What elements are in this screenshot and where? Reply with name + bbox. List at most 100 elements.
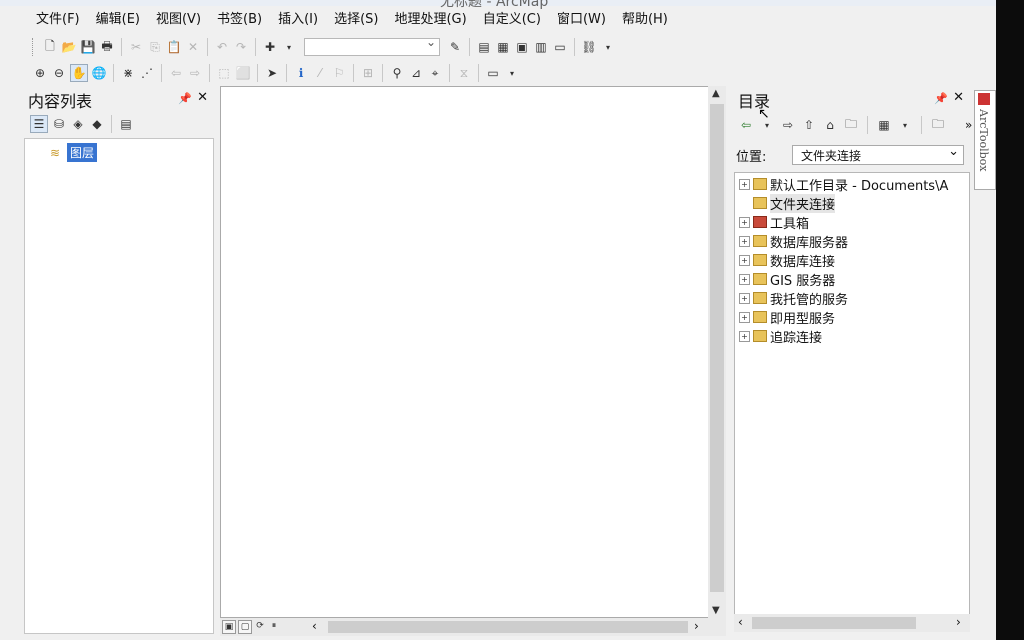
save-icon[interactable]: 💾 (80, 39, 96, 55)
paste-icon[interactable]: 📋 (166, 39, 182, 55)
fixed-zoom-in-icon[interactable]: ⋇ (120, 65, 136, 81)
identify-icon[interactable]: ℹ (293, 65, 309, 81)
expand-icon[interactable]: + (739, 216, 750, 228)
expand-icon[interactable]: + (739, 311, 750, 323)
find-route-icon[interactable]: ⊿ (408, 65, 424, 81)
tree-node-label[interactable]: 追踪连接 (770, 327, 822, 346)
tree-node-toolboxes[interactable]: + 工具箱 (739, 213, 809, 232)
location-dropdown[interactable]: 文件夹连接 (792, 144, 964, 165)
open-folder-icon[interactable]: 📂 (61, 39, 77, 55)
add-data-icon[interactable]: ✚ (262, 39, 278, 55)
layout-view-icon[interactable]: ▢ (238, 620, 252, 634)
clear-selection-icon[interactable]: ⬜ (235, 65, 251, 81)
python-window-icon[interactable]: ▭ (552, 39, 568, 55)
menu-geoprocessing[interactable]: 地理处理(G) (386, 8, 474, 32)
tree-node-label[interactable]: 我托管的服务 (770, 289, 848, 308)
tree-node-label[interactable]: 文件夹连接 (770, 193, 836, 213)
map-horizontal-scrollbar[interactable]: ▣ ▢ ⟳ ⏸ ‹ › (220, 618, 726, 636)
toolbar-grip[interactable] (32, 38, 36, 56)
scroll-right-icon[interactable]: › (694, 619, 699, 633)
refresh-icon[interactable]: ⟳ (254, 620, 266, 632)
menu-help[interactable]: 帮助(H) (614, 8, 676, 32)
editor-toolbar-icon[interactable]: ✎ (447, 39, 463, 55)
arctoolbox-side-tab[interactable]: ArcToolbox (974, 90, 996, 190)
pin-icon[interactable]: 📌 (178, 92, 192, 105)
menu-selection[interactable]: 选择(S) (326, 8, 386, 32)
tree-node-label[interactable]: 数据库服务器 (770, 232, 848, 251)
tree-node-label[interactable]: 即用型服务 (770, 308, 835, 327)
expand-icon[interactable]: + (739, 235, 750, 247)
back-arrow-icon[interactable]: ⇦ (738, 117, 754, 133)
pause-drawing-icon[interactable]: ⏸ (268, 620, 280, 632)
scroll-thumb[interactable] (752, 617, 916, 629)
previous-extent-icon[interactable]: ⇦ (168, 65, 184, 81)
tree-node-database-servers[interactable]: + 数据库服务器 (739, 232, 848, 251)
tree-node-tracking-connections[interactable]: + 追踪连接 (739, 327, 822, 346)
model-builder-icon[interactable]: ⛓ (581, 39, 597, 55)
more-tools-icon[interactable]: » (965, 118, 972, 132)
full-extent-globe-icon[interactable]: 🌐 (91, 65, 107, 81)
tree-node-label[interactable]: 默认工作目录 - Documents\A (770, 175, 948, 194)
scroll-right-icon[interactable]: › (956, 615, 961, 629)
scroll-thumb[interactable] (710, 104, 724, 592)
tree-node-label[interactable]: 数据库连接 (770, 251, 835, 270)
catalog-window-icon[interactable]: ▦ (495, 39, 511, 55)
arctoolbox-window-icon[interactable]: ▥ (533, 39, 549, 55)
find-binoculars-icon[interactable]: ⚲ (389, 65, 405, 81)
views-dropdown-icon[interactable]: ▾ (897, 117, 913, 133)
pan-hand-icon[interactable]: ✋ (70, 64, 88, 82)
menu-edit[interactable]: 编辑(E) (88, 8, 148, 32)
toolbar-options-icon[interactable]: ▾ (600, 39, 616, 55)
data-view-icon[interactable]: ▣ (222, 620, 236, 634)
measure-icon[interactable]: ⊞ (360, 65, 376, 81)
tree-node-label[interactable]: GIS 服务器 (770, 270, 835, 289)
scroll-up-icon[interactable]: ▲ (712, 88, 720, 99)
map-view[interactable] (220, 86, 710, 618)
menu-view[interactable]: 视图(V) (148, 8, 209, 32)
hyperlink-icon[interactable]: ⚐ (331, 65, 347, 81)
expand-icon[interactable]: + (739, 330, 750, 342)
scroll-thumb[interactable] (328, 621, 688, 633)
map-vertical-scrollbar[interactable]: ▲ ▼ (708, 86, 726, 618)
toc-options-icon[interactable]: ▤ (118, 116, 134, 132)
home-icon[interactable]: ⌂ (822, 117, 838, 133)
copy-icon[interactable]: ⎘ (147, 39, 163, 55)
menu-windows[interactable]: 窗口(W) (549, 8, 614, 32)
views-icon[interactable]: ▦ (876, 117, 892, 133)
undo-icon[interactable]: ↶ (214, 39, 230, 55)
zoom-out-icon[interactable]: ⊖ (51, 65, 67, 81)
scroll-down-icon[interactable]: ▼ (712, 605, 720, 616)
layer-label[interactable]: 图层 (67, 143, 98, 162)
delete-icon[interactable]: ✕ (185, 39, 201, 55)
create-viewer-window-icon[interactable]: ▭ (485, 65, 501, 81)
toolbar-options-icon[interactable]: ▾ (504, 65, 520, 81)
tree-node-gis-servers[interactable]: + GIS 服务器 (739, 270, 835, 289)
redo-icon[interactable]: ↷ (233, 39, 249, 55)
select-features-icon[interactable]: ⬚ (216, 65, 232, 81)
tree-node-database-connections[interactable]: + 数据库连接 (739, 251, 835, 270)
catalog-horizontal-scrollbar[interactable]: ‹ › (734, 614, 970, 632)
expand-icon[interactable]: + (739, 178, 750, 190)
pin-icon[interactable]: 📌 (934, 92, 948, 105)
expand-icon[interactable]: + (739, 273, 750, 285)
time-slider-icon[interactable]: ⧖ (456, 65, 472, 81)
forward-arrow-icon[interactable]: ⇨ (780, 117, 796, 133)
search-window-icon[interactable]: ▣ (514, 39, 530, 55)
expand-icon[interactable]: + (739, 254, 750, 266)
tree-node-default-workspace[interactable]: + 默认工作目录 - Documents\A (739, 175, 948, 194)
list-by-drawing-order-icon[interactable]: ☰ (30, 115, 48, 133)
zoom-in-icon[interactable]: ⊕ (32, 65, 48, 81)
close-icon[interactable]: ✕ (197, 90, 208, 105)
tree-node-ready-to-use-services[interactable]: + 即用型服务 (739, 308, 835, 327)
tree-node-my-hosted-services[interactable]: + 我托管的服务 (739, 289, 848, 308)
next-extent-icon[interactable]: ⇨ (187, 65, 203, 81)
new-folder-icon[interactable]: 🗀 (930, 117, 946, 133)
close-icon[interactable]: ✕ (953, 90, 964, 105)
menu-bookmarks[interactable]: 书签(B) (209, 8, 270, 32)
menu-insert[interactable]: 插入(I) (270, 8, 326, 32)
scroll-left-icon[interactable]: ‹ (738, 615, 743, 629)
fixed-zoom-out-icon[interactable]: ⋰ (139, 65, 155, 81)
go-to-xy-icon[interactable]: ⌖ (427, 65, 443, 81)
html-popup-icon[interactable]: ⁄ (312, 65, 328, 81)
menu-customize[interactable]: 自定义(C) (475, 8, 549, 32)
